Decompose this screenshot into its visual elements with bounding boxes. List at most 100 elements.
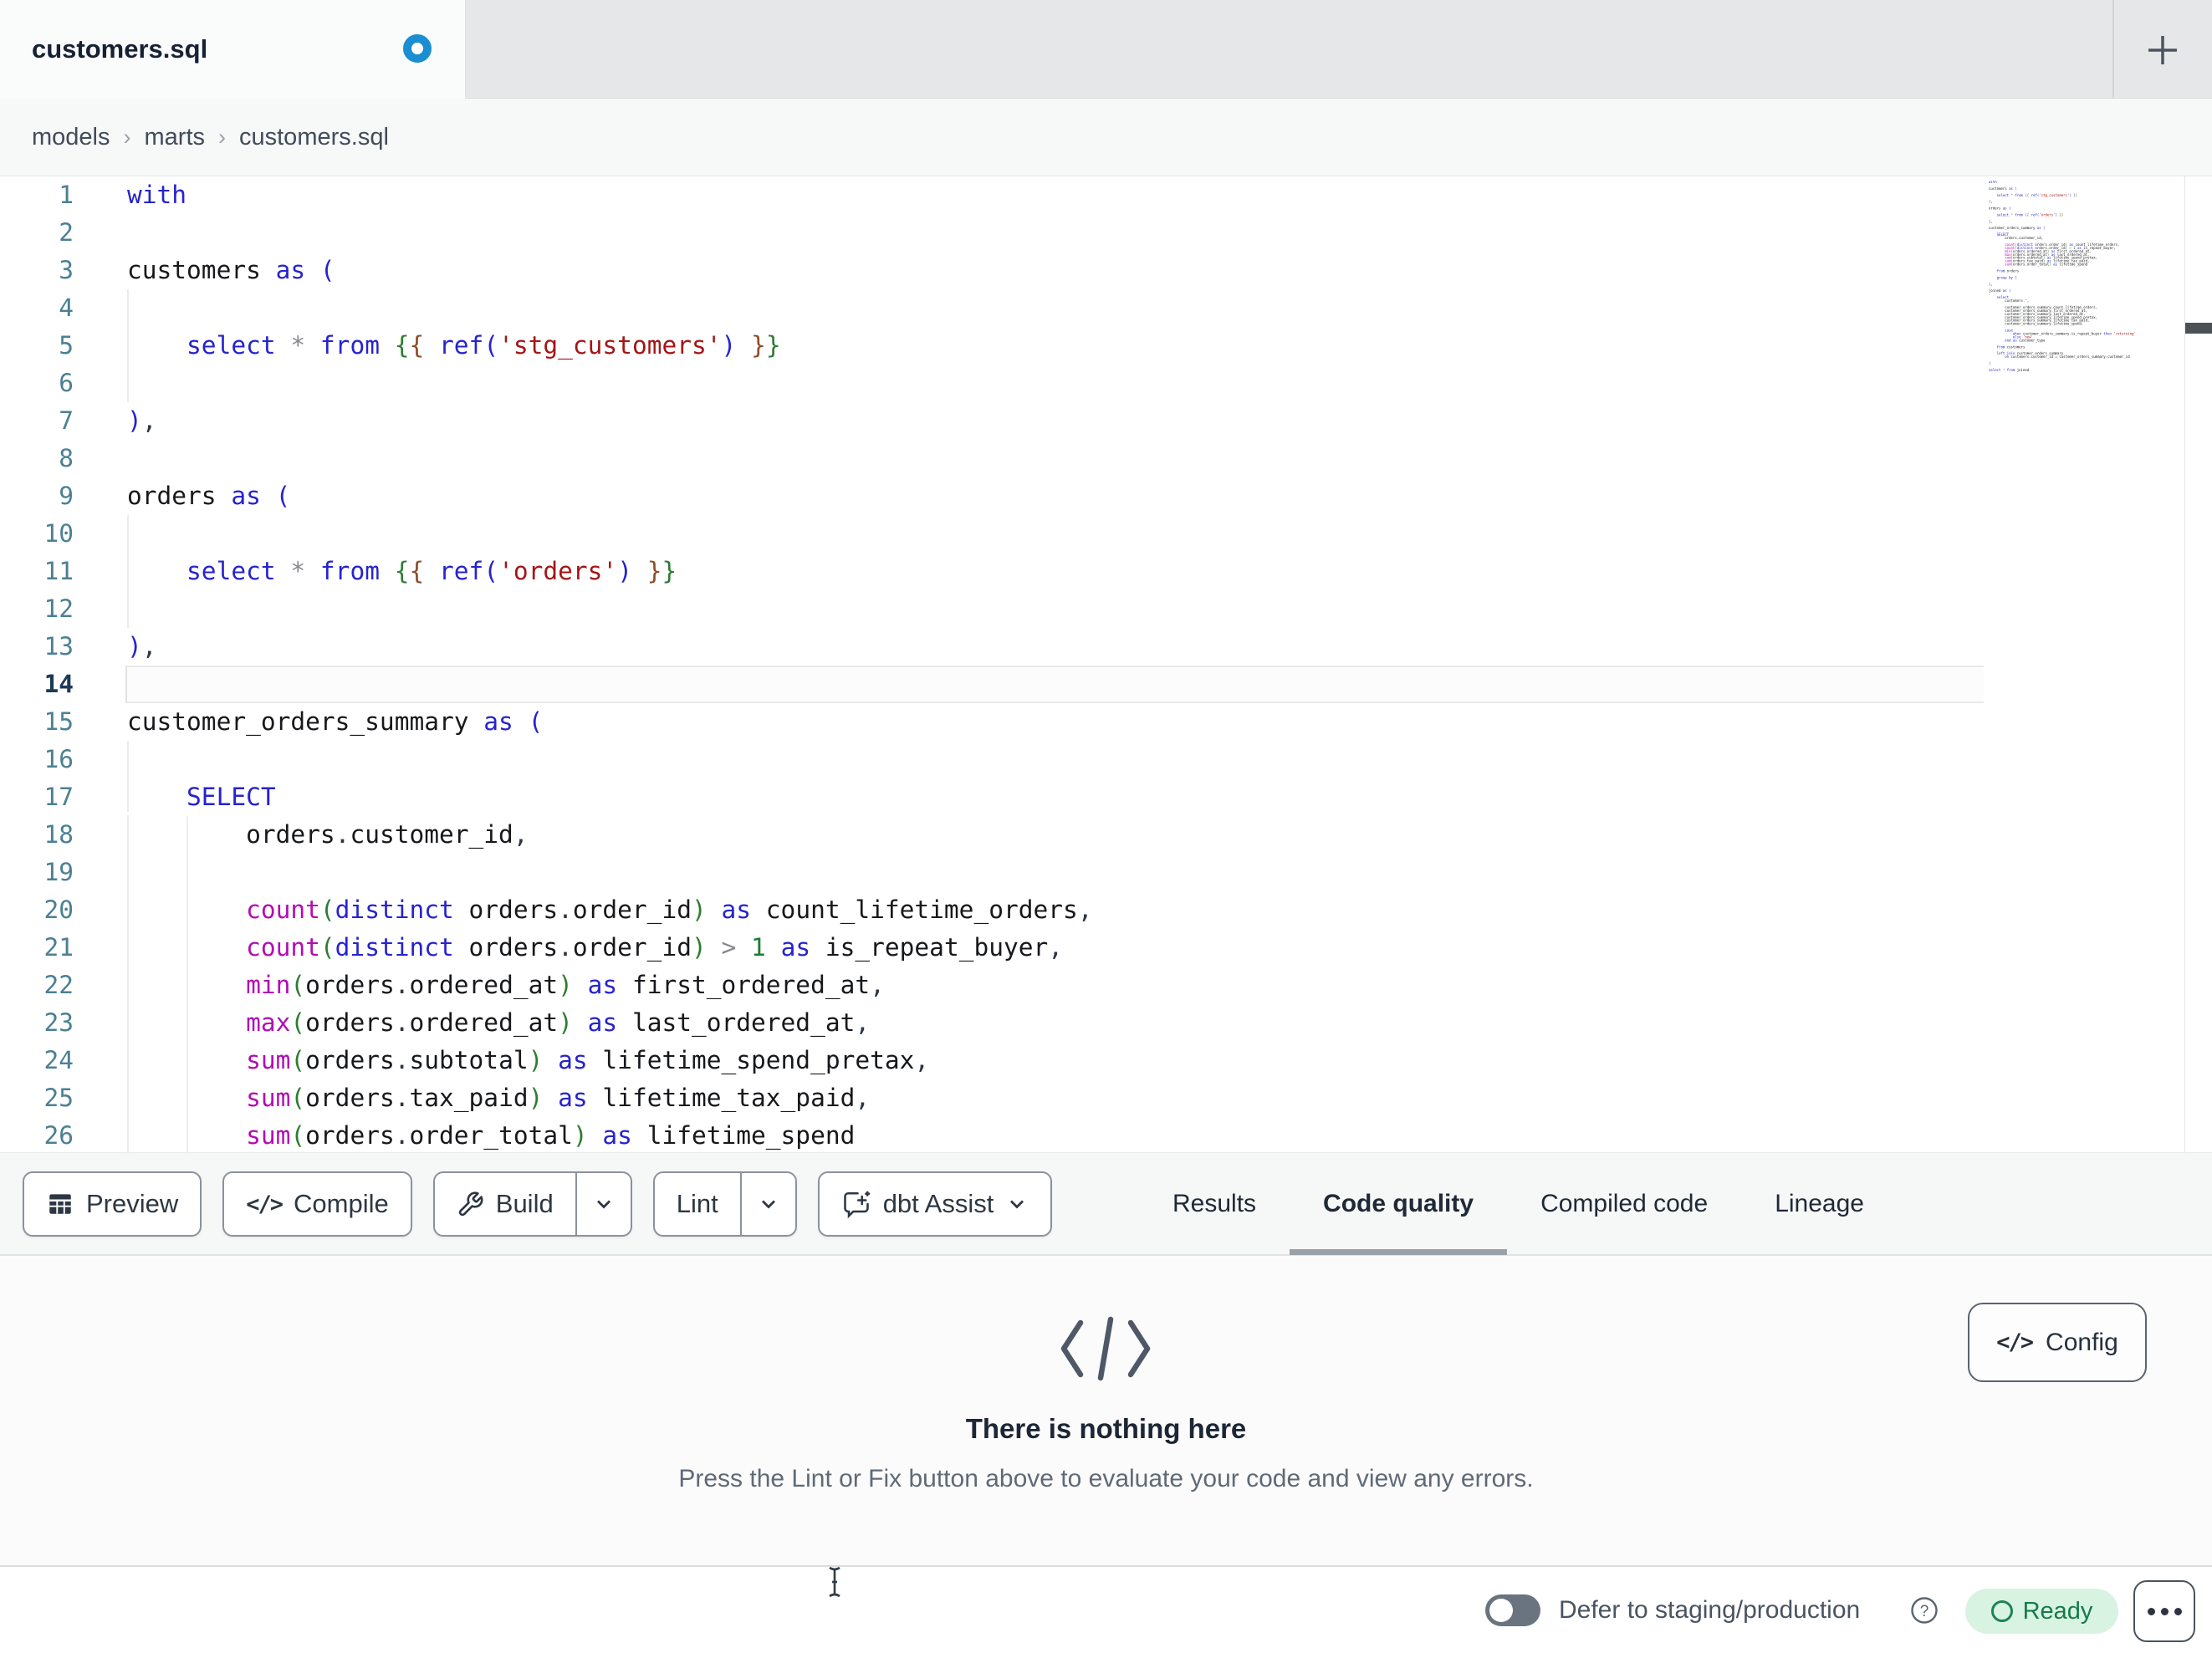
config-label: Config bbox=[2046, 1328, 2118, 1356]
code-line[interactable]: customers as ( bbox=[127, 252, 1984, 289]
active-tab-underline bbox=[1290, 1249, 1508, 1255]
code-line[interactable] bbox=[127, 854, 1984, 891]
code-line[interactable]: sum(orders.tax_paid) as lifetime_tax_pai… bbox=[127, 1079, 1984, 1117]
code-line[interactable] bbox=[127, 440, 1984, 477]
code-line[interactable]: max(orders.ordered_at) as last_ordered_a… bbox=[127, 1004, 1984, 1042]
code-line[interactable] bbox=[127, 741, 1984, 778]
compile-button[interactable]: </> Compile bbox=[222, 1171, 412, 1237]
build-button[interactable]: Build bbox=[432, 1171, 632, 1237]
table-icon bbox=[49, 1194, 71, 1214]
tab-lineage[interactable]: Lineage bbox=[1741, 1153, 1898, 1255]
line-number[interactable]: 17 bbox=[0, 778, 74, 816]
code-content[interactable]: with customers as ( select * from {{ ref… bbox=[125, 176, 1984, 1152]
config-button[interactable]: </> Config bbox=[1968, 1303, 2147, 1382]
line-number[interactable]: 18 bbox=[0, 816, 74, 854]
code-icon: </> bbox=[1996, 1329, 2034, 1355]
dbt-assist-button[interactable]: dbt Assist bbox=[817, 1171, 1053, 1237]
code-line[interactable]: sum(orders.subtotal) as lifetime_spend_p… bbox=[127, 1042, 1984, 1079]
preview-button[interactable]: Preview bbox=[23, 1171, 202, 1237]
line-number[interactable]: 23 bbox=[0, 1004, 74, 1042]
panel-tabs: Results Code quality Compiled code Lineage bbox=[1139, 1153, 1898, 1255]
tab-label: Compiled code bbox=[1540, 1190, 1709, 1217]
code-line[interactable]: customer_orders_summary as ( bbox=[127, 703, 1984, 741]
code-line[interactable]: select * from {{ ref('orders') }} bbox=[127, 553, 1984, 590]
code-slash-icon bbox=[1060, 1316, 1151, 1381]
breadcrumb-marts[interactable]: marts bbox=[145, 124, 206, 151]
code-line[interactable] bbox=[127, 365, 1984, 402]
question-circle-icon[interactable]: ? bbox=[1910, 1596, 1939, 1625]
code-line[interactable]: min(orders.ordered_at) as first_ordered_… bbox=[127, 967, 1984, 1004]
line-number[interactable]: 25 bbox=[0, 1079, 74, 1117]
line-number[interactable]: 14 bbox=[0, 666, 74, 703]
preview-label: Preview bbox=[86, 1189, 179, 1218]
code-line[interactable]: ), bbox=[127, 628, 1984, 666]
line-number[interactable]: 7 bbox=[0, 402, 74, 440]
line-number[interactable]: 15 bbox=[0, 703, 74, 741]
line-number[interactable]: 21 bbox=[0, 929, 74, 967]
line-number-gutter[interactable]: 1 2 3 4 5 6 7 8 9 10 11 12 13 14 15 16 17 18 19 20 21 22 23 24 2… bbox=[0, 176, 74, 1152]
action-toolbar: Preview </> Compile Build Lint dbt Assis… bbox=[0, 1152, 2212, 1256]
code-line[interactable]: SELECT bbox=[127, 778, 1984, 816]
more-options-button[interactable] bbox=[2133, 1580, 2195, 1642]
code-line[interactable]: orders as ( bbox=[127, 477, 1984, 515]
scrollbar-thumb[interactable] bbox=[2185, 323, 2212, 334]
text-cursor-icon bbox=[829, 1566, 840, 1598]
code-line[interactable] bbox=[127, 289, 1984, 327]
line-number[interactable]: 4 bbox=[0, 289, 74, 327]
tab-results[interactable]: Results bbox=[1139, 1153, 1290, 1255]
line-number[interactable]: 10 bbox=[0, 515, 74, 553]
minimap-line: select * from joined bbox=[1989, 368, 2030, 372]
line-number[interactable]: 19 bbox=[0, 854, 74, 891]
code-editor[interactable]: 1 2 3 4 5 6 7 8 9 10 11 12 13 14 15 16 17 18 19 20 21 22 23 24 2… bbox=[0, 176, 2212, 1152]
dbt-assist-label: dbt Assist bbox=[882, 1189, 994, 1218]
tab-code-quality[interactable]: Code quality bbox=[1290, 1153, 1508, 1255]
lint-button[interactable]: Lint bbox=[652, 1171, 797, 1237]
code-line[interactable]: ), bbox=[127, 402, 1984, 440]
build-main[interactable]: Build bbox=[435, 1173, 575, 1235]
code-line[interactable]: sum(orders.order_total) as lifetime_spen… bbox=[127, 1117, 1984, 1152]
line-number[interactable]: 8 bbox=[0, 440, 74, 477]
code-line[interactable]: with bbox=[127, 176, 1984, 214]
lint-dropdown[interactable] bbox=[739, 1173, 795, 1235]
code-line[interactable] bbox=[127, 214, 1984, 252]
breadcrumb-models[interactable]: models bbox=[32, 124, 110, 151]
code-line[interactable] bbox=[127, 515, 1984, 553]
defer-toggle[interactable] bbox=[1485, 1594, 1540, 1626]
assist-sparkle-icon bbox=[843, 1191, 870, 1219]
line-number[interactable]: 13 bbox=[0, 628, 74, 666]
code-line[interactable]: count(distinct orders.order_id) > 1 as i… bbox=[127, 929, 1984, 967]
tab-customers-sql[interactable]: customers.sql bbox=[0, 0, 466, 99]
line-number[interactable]: 26 bbox=[0, 1117, 74, 1152]
indent-guide bbox=[127, 515, 129, 628]
line-number[interactable]: 6 bbox=[0, 365, 74, 402]
code-line[interactable]: select * from {{ ref('stg_customers') }} bbox=[127, 327, 1984, 365]
code-line[interactable] bbox=[127, 590, 1984, 628]
line-number[interactable]: 9 bbox=[0, 477, 74, 515]
code-line[interactable]: orders.customer_id, bbox=[127, 816, 1984, 854]
lint-main[interactable]: Lint bbox=[655, 1173, 740, 1235]
line-number[interactable]: 20 bbox=[0, 891, 74, 929]
indent-guide bbox=[127, 815, 129, 1152]
tab-title: customers.sql bbox=[32, 34, 208, 64]
line-number[interactable]: 11 bbox=[0, 553, 74, 590]
line-number[interactable]: 2 bbox=[0, 214, 74, 252]
tab-label: Lineage bbox=[1775, 1190, 1864, 1217]
line-number[interactable]: 22 bbox=[0, 967, 74, 1004]
tabbar-divider bbox=[2112, 0, 2114, 99]
minimap[interactable]: with customers as ( select * from {{ ref… bbox=[1989, 181, 2181, 381]
new-tab-button[interactable] bbox=[2138, 25, 2188, 75]
ready-label: Ready bbox=[2022, 1597, 2093, 1625]
line-number[interactable]: 5 bbox=[0, 327, 74, 365]
code-line[interactable] bbox=[125, 666, 1984, 703]
tab-compiled-code[interactable]: Compiled code bbox=[1507, 1153, 1741, 1255]
build-dropdown[interactable] bbox=[575, 1173, 631, 1235]
svg-text:?: ? bbox=[1920, 1603, 1929, 1620]
line-number[interactable]: 16 bbox=[0, 741, 74, 778]
line-number[interactable]: 12 bbox=[0, 590, 74, 628]
line-number[interactable]: 24 bbox=[0, 1042, 74, 1079]
line-number[interactable]: 1 bbox=[0, 176, 74, 214]
chevron-right-icon: › bbox=[123, 124, 131, 150]
wrench-icon bbox=[458, 1191, 483, 1216]
line-number[interactable]: 3 bbox=[0, 252, 74, 289]
code-line[interactable]: count(distinct orders.order_id) as count… bbox=[127, 891, 1984, 929]
